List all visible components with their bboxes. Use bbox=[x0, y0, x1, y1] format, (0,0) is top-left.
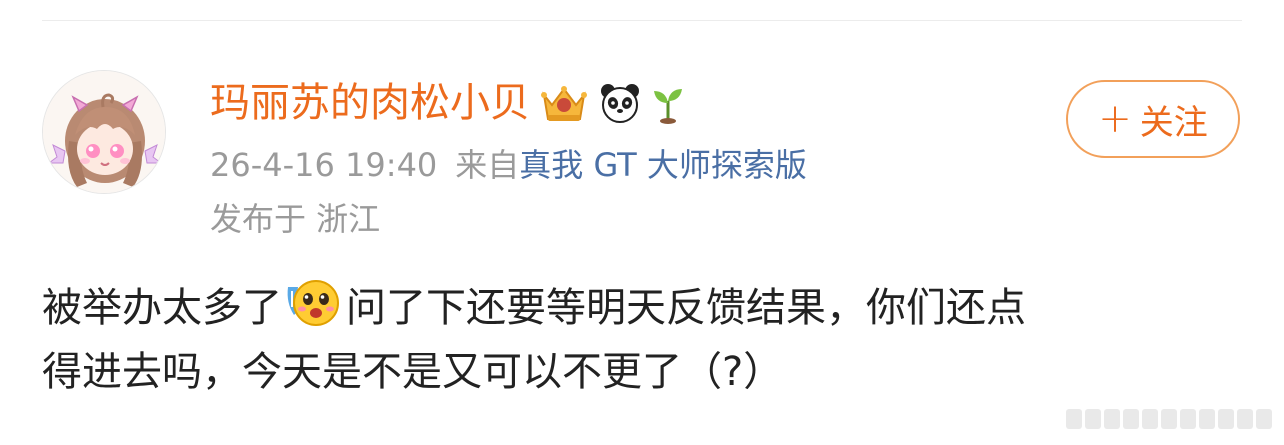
author-name[interactable]: 玛丽苏的肉松小贝 bbox=[210, 79, 530, 127]
watermark-bar bbox=[1256, 409, 1272, 429]
avatar-illustration bbox=[43, 71, 165, 193]
author-row: 玛丽苏的肉松小贝 bbox=[210, 78, 686, 128]
follow-button[interactable]: + 关注 bbox=[1066, 80, 1240, 158]
watermark-bar bbox=[1123, 409, 1139, 429]
post-text-segment: 被举办太多了 bbox=[42, 285, 282, 331]
watermark-bar bbox=[1085, 409, 1101, 429]
post-content: 被举办太多了 问了下还要等明天反馈结果，你们还点 得进去吗，今天是不是又可以不更… bbox=[42, 276, 1242, 404]
watermark-bar bbox=[1066, 409, 1082, 429]
watermark-bar bbox=[1104, 409, 1120, 429]
post-text-segment: 问了下还要等明天反馈结果，你们还点 bbox=[346, 285, 1026, 331]
follow-label: 关注 bbox=[1139, 102, 1208, 143]
sprout-icon bbox=[650, 81, 686, 125]
panda-icon bbox=[598, 81, 642, 125]
watermark-bar bbox=[1237, 409, 1253, 429]
watermark-bar bbox=[1218, 409, 1234, 429]
post-location: 发布于 浙江 bbox=[210, 200, 381, 238]
source-link[interactable]: 真我 GT 大师探索版 bbox=[519, 146, 807, 184]
source-prefix: 来自 bbox=[455, 146, 520, 184]
watermark-bar bbox=[1180, 409, 1196, 429]
avatar[interactable] bbox=[42, 70, 166, 194]
watermark-bar bbox=[1142, 409, 1158, 429]
top-divider bbox=[42, 20, 1242, 21]
crown-badge-icon[interactable] bbox=[538, 81, 590, 125]
watermark-bar bbox=[1161, 409, 1177, 429]
post-line-2: 得进去吗，今天是不是又可以不更了（?） bbox=[42, 349, 784, 395]
post-line-1: 被举办太多了 问了下还要等明天反馈结果，你们还点 bbox=[42, 276, 1242, 340]
shocked-face-emoji-icon bbox=[284, 277, 344, 329]
watermark-bar bbox=[1199, 409, 1215, 429]
watermark-bars bbox=[1066, 408, 1272, 430]
post-time: 26-4-16 19:40 bbox=[210, 146, 438, 184]
plus-icon: + bbox=[1098, 96, 1132, 142]
post-meta: 26-4-16 19:40 来自真我 GT 大师探索版 bbox=[210, 144, 807, 186]
